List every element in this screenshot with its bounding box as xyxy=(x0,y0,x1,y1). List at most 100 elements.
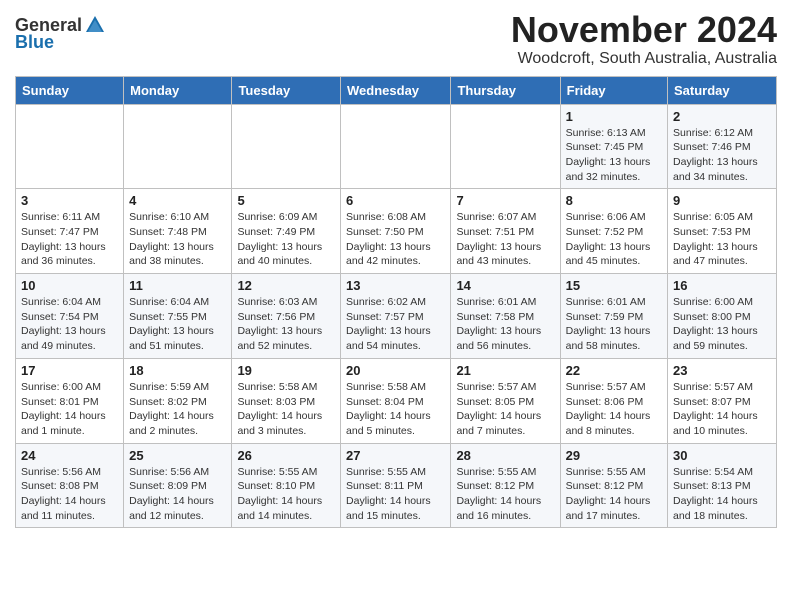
day-number: 30 xyxy=(673,448,771,463)
calendar-header-row: SundayMondayTuesdayWednesdayThursdayFrid… xyxy=(16,76,777,104)
day-info: Sunrise: 6:00 AM Sunset: 8:00 PM Dayligh… xyxy=(673,295,771,354)
day-info: Sunrise: 6:08 AM Sunset: 7:50 PM Dayligh… xyxy=(346,210,445,269)
calendar-week-row: 17 Sunrise: 6:00 AM Sunset: 8:01 PM Dayli… xyxy=(16,358,777,443)
day-number: 9 xyxy=(673,193,771,208)
day-info: Sunrise: 6:01 AM Sunset: 7:59 PM Dayligh… xyxy=(566,295,662,354)
page-subtitle: Woodcroft, South Australia, Australia xyxy=(511,50,777,68)
day-info: Sunrise: 5:55 AM Sunset: 8:11 PM Dayligh… xyxy=(346,465,445,524)
day-number: 16 xyxy=(673,278,771,293)
calendar-week-row: 3 Sunrise: 6:11 AM Sunset: 7:47 PM Daylig… xyxy=(16,189,777,274)
day-number: 2 xyxy=(673,109,771,124)
day-info: Sunrise: 6:10 AM Sunset: 7:48 PM Dayligh… xyxy=(129,210,226,269)
day-info: Sunrise: 6:02 AM Sunset: 7:57 PM Dayligh… xyxy=(346,295,445,354)
calendar-cell: 2 Sunrise: 6:12 AM Sunset: 7:46 PM Daylig… xyxy=(668,104,777,189)
day-of-week-header: Wednesday xyxy=(341,76,451,104)
day-number: 7 xyxy=(456,193,554,208)
calendar-cell: 8 Sunrise: 6:06 AM Sunset: 7:52 PM Daylig… xyxy=(560,189,667,274)
day-info: Sunrise: 5:57 AM Sunset: 8:06 PM Dayligh… xyxy=(566,380,662,439)
day-number: 17 xyxy=(21,363,118,378)
calendar-cell: 29Sunrise: 5:55 AM Sunset: 8:12 PM Dayli… xyxy=(560,443,667,528)
day-number: 8 xyxy=(566,193,662,208)
calendar-cell: 20 Sunrise: 5:58 AM Sunset: 8:04 PM Dayli… xyxy=(341,358,451,443)
day-info: Sunrise: 6:09 AM Sunset: 7:49 PM Dayligh… xyxy=(237,210,335,269)
day-info: Sunrise: 6:04 AM Sunset: 7:55 PM Dayligh… xyxy=(129,295,226,354)
calendar-cell: 15 Sunrise: 6:01 AM Sunset: 7:59 PM Dayli… xyxy=(560,274,667,359)
calendar-cell: 4 Sunrise: 6:10 AM Sunset: 7:48 PM Daylig… xyxy=(124,189,232,274)
day-number: 23 xyxy=(673,363,771,378)
calendar-table: SundayMondayTuesdayWednesdayThursdayFrid… xyxy=(15,76,777,529)
day-info: Sunrise: 6:00 AM Sunset: 8:01 PM Dayligh… xyxy=(21,380,118,439)
day-number: 28 xyxy=(456,448,554,463)
day-number: 1 xyxy=(566,109,662,124)
calendar-week-row: 10Sunrise: 6:04 AM Sunset: 7:54 PM Dayli… xyxy=(16,274,777,359)
calendar-cell: 25Sunrise: 5:56 AM Sunset: 8:09 PM Dayli… xyxy=(124,443,232,528)
day-info: Sunrise: 5:55 AM Sunset: 8:10 PM Dayligh… xyxy=(237,465,335,524)
day-number: 22 xyxy=(566,363,662,378)
day-number: 14 xyxy=(456,278,554,293)
calendar-cell: 24 Sunrise: 5:56 AM Sunset: 8:08 PM Dayli… xyxy=(16,443,124,528)
page-title: November 2024 xyxy=(511,10,777,50)
calendar-cell: 11 Sunrise: 6:04 AM Sunset: 7:55 PM Dayli… xyxy=(124,274,232,359)
calendar-cell: 10Sunrise: 6:04 AM Sunset: 7:54 PM Dayli… xyxy=(16,274,124,359)
calendar-cell: 5 Sunrise: 6:09 AM Sunset: 7:49 PM Daylig… xyxy=(232,189,341,274)
day-info: Sunrise: 5:59 AM Sunset: 8:02 PM Dayligh… xyxy=(129,380,226,439)
day-info: Sunrise: 6:04 AM Sunset: 7:54 PM Dayligh… xyxy=(21,295,118,354)
day-number: 21 xyxy=(456,363,554,378)
day-info: Sunrise: 5:58 AM Sunset: 8:04 PM Dayligh… xyxy=(346,380,445,439)
day-number: 18 xyxy=(129,363,226,378)
calendar-cell xyxy=(124,104,232,189)
day-info: Sunrise: 6:03 AM Sunset: 7:56 PM Dayligh… xyxy=(237,295,335,354)
calendar-cell: 28Sunrise: 5:55 AM Sunset: 8:12 PM Dayli… xyxy=(451,443,560,528)
day-info: Sunrise: 5:58 AM Sunset: 8:03 PM Dayligh… xyxy=(237,380,335,439)
day-info: Sunrise: 6:12 AM Sunset: 7:46 PM Dayligh… xyxy=(673,126,771,185)
calendar-cell: 16 Sunrise: 6:00 AM Sunset: 8:00 PM Dayli… xyxy=(668,274,777,359)
calendar-cell: 19 Sunrise: 5:58 AM Sunset: 8:03 PM Dayli… xyxy=(232,358,341,443)
day-number: 13 xyxy=(346,278,445,293)
day-number: 5 xyxy=(237,193,335,208)
calendar-week-row: 1 Sunrise: 6:13 AM Sunset: 7:45 PM Daylig… xyxy=(16,104,777,189)
day-number: 27 xyxy=(346,448,445,463)
day-info: Sunrise: 6:06 AM Sunset: 7:52 PM Dayligh… xyxy=(566,210,662,269)
day-info: Sunrise: 5:57 AM Sunset: 8:07 PM Dayligh… xyxy=(673,380,771,439)
day-number: 15 xyxy=(566,278,662,293)
day-number: 26 xyxy=(237,448,335,463)
day-of-week-header: Thursday xyxy=(451,76,560,104)
calendar-cell: 22 Sunrise: 5:57 AM Sunset: 8:06 PM Dayli… xyxy=(560,358,667,443)
day-info: Sunrise: 5:55 AM Sunset: 8:12 PM Dayligh… xyxy=(566,465,662,524)
day-number: 11 xyxy=(129,278,226,293)
day-number: 4 xyxy=(129,193,226,208)
calendar-cell: 12Sunrise: 6:03 AM Sunset: 7:56 PM Dayli… xyxy=(232,274,341,359)
day-info: Sunrise: 6:13 AM Sunset: 7:45 PM Dayligh… xyxy=(566,126,662,185)
day-info: Sunrise: 6:11 AM Sunset: 7:47 PM Dayligh… xyxy=(21,210,118,269)
day-number: 3 xyxy=(21,193,118,208)
calendar-cell: 13 Sunrise: 6:02 AM Sunset: 7:57 PM Dayli… xyxy=(341,274,451,359)
day-info: Sunrise: 6:07 AM Sunset: 7:51 PM Dayligh… xyxy=(456,210,554,269)
calendar-cell: 3 Sunrise: 6:11 AM Sunset: 7:47 PM Daylig… xyxy=(16,189,124,274)
day-of-week-header: Tuesday xyxy=(232,76,341,104)
logo-icon xyxy=(84,14,106,36)
page-header: General Blue November 2024 Woodcroft, So… xyxy=(15,10,777,68)
calendar-cell: 23 Sunrise: 5:57 AM Sunset: 8:07 PM Dayli… xyxy=(668,358,777,443)
day-info: Sunrise: 5:54 AM Sunset: 8:13 PM Dayligh… xyxy=(673,465,771,524)
calendar-cell: 9 Sunrise: 6:05 AM Sunset: 7:53 PM Daylig… xyxy=(668,189,777,274)
day-number: 19 xyxy=(237,363,335,378)
logo-blue-text: Blue xyxy=(15,32,54,53)
calendar-cell: 21 Sunrise: 5:57 AM Sunset: 8:05 PM Dayli… xyxy=(451,358,560,443)
calendar-cell: 27 Sunrise: 5:55 AM Sunset: 8:11 PM Dayli… xyxy=(341,443,451,528)
day-number: 6 xyxy=(346,193,445,208)
calendar-cell: 6 Sunrise: 6:08 AM Sunset: 7:50 PM Daylig… xyxy=(341,189,451,274)
calendar-cell xyxy=(451,104,560,189)
day-of-week-header: Sunday xyxy=(16,76,124,104)
day-info: Sunrise: 6:05 AM Sunset: 7:53 PM Dayligh… xyxy=(673,210,771,269)
day-of-week-header: Friday xyxy=(560,76,667,104)
day-of-week-header: Monday xyxy=(124,76,232,104)
calendar-cell xyxy=(16,104,124,189)
day-number: 20 xyxy=(346,363,445,378)
calendar-cell: 7 Sunrise: 6:07 AM Sunset: 7:51 PM Daylig… xyxy=(451,189,560,274)
calendar-cell xyxy=(341,104,451,189)
day-info: Sunrise: 5:57 AM Sunset: 8:05 PM Dayligh… xyxy=(456,380,554,439)
title-block: November 2024 Woodcroft, South Australia… xyxy=(511,10,777,68)
calendar-cell: 1 Sunrise: 6:13 AM Sunset: 7:45 PM Daylig… xyxy=(560,104,667,189)
day-number: 24 xyxy=(21,448,118,463)
day-info: Sunrise: 5:56 AM Sunset: 8:08 PM Dayligh… xyxy=(21,465,118,524)
